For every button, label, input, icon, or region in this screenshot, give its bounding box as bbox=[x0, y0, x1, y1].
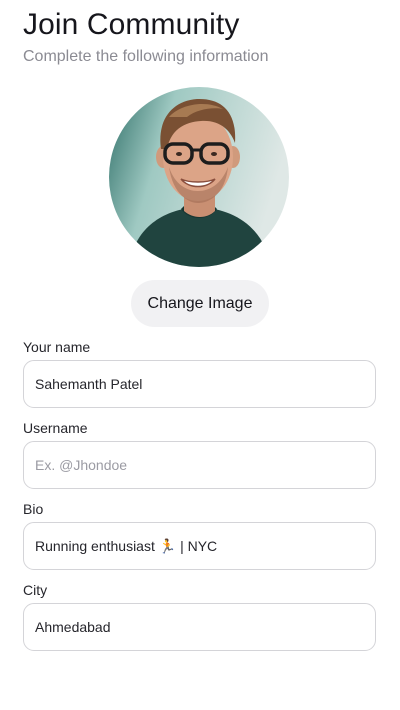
page-title: Join Community bbox=[23, 8, 240, 41]
bio-label: Bio bbox=[23, 501, 44, 517]
change-image-button[interactable]: Change Image bbox=[131, 280, 269, 327]
city-label: City bbox=[23, 582, 48, 598]
name-field[interactable] bbox=[23, 360, 376, 408]
profile-photo-icon bbox=[109, 87, 289, 267]
name-label: Your name bbox=[23, 339, 91, 355]
username-field[interactable] bbox=[23, 441, 376, 489]
city-field[interactable] bbox=[23, 603, 376, 651]
join-community-screen: Join Community Complete the following in… bbox=[0, 0, 400, 710]
username-label: Username bbox=[23, 420, 88, 436]
avatar bbox=[109, 87, 289, 267]
page-subtitle: Complete the following information bbox=[23, 48, 269, 65]
bio-field[interactable] bbox=[23, 522, 376, 570]
